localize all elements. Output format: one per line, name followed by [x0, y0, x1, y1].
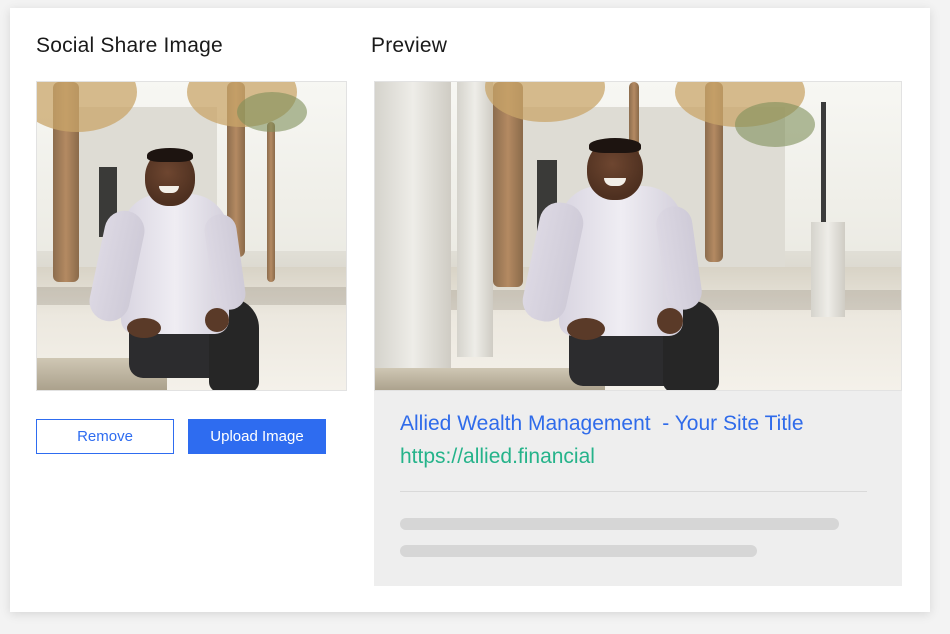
social-share-image-heading: Social Share Image — [36, 34, 223, 57]
remove-button[interactable]: Remove — [36, 419, 174, 454]
description-placeholder-line — [400, 518, 839, 530]
preview-heading: Preview — [371, 34, 448, 57]
preview-image — [374, 81, 902, 391]
upload-image-button[interactable]: Upload Image — [188, 419, 326, 454]
preview-divider — [400, 491, 867, 492]
preview-meta-box: Allied Wealth Management - Your Site Tit… — [374, 391, 902, 586]
preview-site-url: https://allied.financial — [400, 445, 595, 468]
preview-site-title: Allied Wealth Management - Your Site Tit… — [400, 412, 804, 435]
social-share-image-thumbnail — [36, 81, 347, 391]
description-placeholder-line — [400, 545, 757, 557]
social-share-card: Social Share Image Preview Remove Upload… — [10, 8, 930, 612]
